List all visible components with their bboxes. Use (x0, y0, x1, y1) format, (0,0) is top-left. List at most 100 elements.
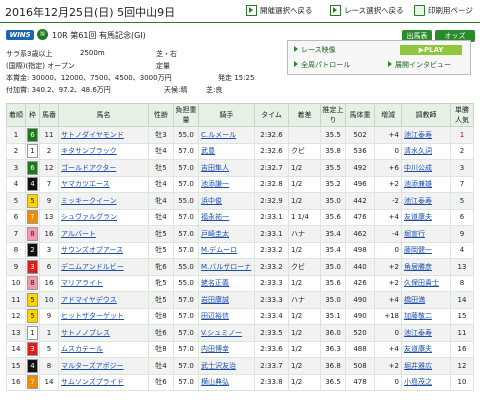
trainer-name[interactable]: 友道康夫 (404, 213, 432, 221)
jockey-name[interactable]: 内田博幸 (201, 345, 229, 353)
horse-name[interactable]: アドマイヤデウス (61, 296, 117, 304)
interview-link[interactable]: 展開インタビュー (388, 60, 451, 70)
arrow-right-icon (330, 5, 341, 16)
jockey-name[interactable]: M.デムーロ (201, 246, 237, 254)
trainer-name[interactable]: 池江泰寿 (404, 197, 432, 205)
gate-number: 8 (27, 276, 38, 291)
trainer-name[interactable]: 堀井雅広 (404, 362, 432, 370)
horse-name[interactable]: ゴールドアクター (61, 164, 116, 172)
horse-name[interactable]: ムスカテール (61, 345, 103, 353)
play-button[interactable]: ▶PLAY (400, 45, 462, 55)
horse-name[interactable]: デニムアンドルビー (61, 263, 124, 271)
trainer-name[interactable]: 加藤敬二 (404, 312, 432, 320)
play-triangle-icon (294, 61, 298, 67)
print-link[interactable]: 印刷用ページ (414, 5, 473, 16)
horse-name[interactable]: ヒットザターゲット (61, 312, 124, 320)
trainer-name[interactable]: 小島茂之 (404, 378, 432, 386)
horse-name[interactable]: ミッキークイーン (61, 197, 117, 205)
jockey-name[interactable]: 吉田隼人 (201, 164, 229, 172)
weight-change: +4 (388, 213, 399, 222)
finish-position: 1 (13, 130, 19, 139)
gate-number: 5 (27, 309, 38, 324)
horse-number: 3 (46, 246, 52, 255)
jockey-name[interactable]: 蛯名正義 (201, 279, 229, 287)
carried-weight: 57.0 (178, 345, 194, 354)
column-header: 馬体重 (345, 103, 375, 127)
body-weight: 490 (353, 295, 367, 304)
horse-number: 2 (46, 147, 52, 156)
gate-number: 5 (27, 193, 38, 208)
horse-number: 1 (46, 328, 52, 337)
body-weight: 498 (353, 246, 367, 255)
gate-number: 6 (27, 160, 38, 175)
horse-number: 11 (44, 130, 54, 139)
horse-name[interactable]: ヤマカツエース (61, 180, 110, 188)
horse-name[interactable]: マルターズアポジー (61, 362, 124, 370)
trainer-name[interactable]: 池江泰寿 (404, 329, 432, 337)
sex-age: 牡4 (155, 180, 167, 189)
jockey-name[interactable]: 池添謙一 (201, 180, 229, 188)
back-to-meeting-label: 開催選択へ戻る (260, 6, 313, 15)
jockey-name[interactable]: 戸崎圭太 (201, 230, 229, 238)
trainer-name[interactable]: 橋田満 (404, 296, 425, 304)
race-video-link[interactable]: レース映像 (294, 45, 336, 55)
table-row: 3 6 12 ゴールドアクター 牡5 57.0 吉田隼人 2:32.7 1/2 35.5 492 +6… (6, 159, 474, 177)
trainer-name[interactable]: 池江泰寿 (404, 131, 432, 139)
weight-change: -4 (392, 229, 399, 238)
last-3f: 35.8 (325, 147, 341, 156)
back-to-race-label: レース選択へ戻る (344, 6, 404, 15)
body-weight: 492 (353, 163, 367, 172)
table-row: 6 7 13 シュヴァルグラン 牡4 57.0 福永祐一 2:33.1 1 1/4 35.6 476… (6, 208, 474, 226)
table-row: 2 1 2 キタサンブラック 牡4 57.0 武豊 2:32.6 クビ 35.8 536 0 清水久詞 2 (6, 142, 474, 160)
jockey-name[interactable]: C.ルメール (201, 131, 236, 139)
table-row: 10 8 16 マリアライト 牝5 55.0 蛯名正義 2:33.3 1/2 35.6 426 +2 久… (6, 274, 474, 292)
horse-name[interactable]: アルバート (61, 230, 96, 238)
back-to-meeting-link[interactable]: 開催選択へ戻る (246, 5, 313, 16)
body-weight: 508 (353, 361, 367, 370)
jockey-name[interactable]: M.バルザローナ (201, 263, 251, 271)
horse-name[interactable]: シュヴァルグラン (61, 213, 117, 221)
horse-number: 13 (44, 213, 54, 222)
last-3f: 35.0 (325, 295, 341, 304)
weight-change: 0 (394, 246, 399, 255)
horse-name[interactable]: マリアライト (61, 279, 103, 287)
last-3f: 35.0 (325, 196, 341, 205)
trainer-name[interactable]: 友道康夫 (404, 345, 432, 353)
carried-weight: 55.0 (178, 196, 194, 205)
table-row: 12 5 9 ヒットザターゲット 牡8 57.0 田辺裕信 2:33.4 1/2 35.1 490 +… (6, 307, 474, 325)
trainer-name[interactable]: 中川公成 (404, 164, 432, 172)
jockey-name[interactable]: 福永祐一 (201, 213, 229, 221)
trainer-name[interactable]: 堀宣行 (404, 230, 425, 238)
jockey-name[interactable]: 浜中俊 (201, 197, 222, 205)
trainer-name[interactable]: 角居勝彦 (404, 263, 432, 271)
gate-number: 4 (27, 358, 38, 373)
trainer-name[interactable]: 清水久詞 (404, 147, 432, 155)
jockey-name[interactable]: 武士沢友治 (201, 362, 236, 370)
horse-name[interactable]: サトノノブレス (61, 329, 110, 337)
patrol-link[interactable]: 全周パトロール (294, 60, 350, 70)
horse-name[interactable]: サトノダイヤモンド (61, 131, 124, 139)
gate-number: 1 (27, 144, 38, 159)
trainer-name[interactable]: 池添兼雄 (404, 180, 432, 188)
margin: 1/2 (291, 196, 303, 205)
trainer-name[interactable]: 久保田貴士 (404, 279, 439, 287)
play-triangle-icon (388, 61, 392, 67)
trainer-name[interactable]: 藤岡健一 (404, 246, 432, 254)
margin: ハナ (291, 295, 305, 304)
finish-position: 3 (13, 163, 19, 172)
body-weight: 426 (353, 279, 367, 288)
jockey-name[interactable]: 田辺裕信 (201, 312, 229, 320)
jockey-name[interactable]: 岩田康誠 (201, 296, 229, 304)
horse-name[interactable]: サムソンズプライド (61, 378, 124, 386)
jockey-name[interactable]: 横山典弘 (201, 378, 229, 386)
finish-time: 2:32.6 (260, 130, 283, 139)
jockey-name[interactable]: V.シュミノー (201, 329, 242, 337)
horse-name[interactable]: キタサンブラック (61, 147, 117, 155)
carried-weight: 57.0 (178, 213, 194, 222)
back-to-race-link[interactable]: レース選択へ戻る (330, 5, 404, 16)
horse-name[interactable]: サウンズオブアース (61, 246, 123, 254)
margin: クビ (291, 262, 305, 271)
weight-change: +18 (384, 312, 399, 321)
jockey-name[interactable]: 武豊 (201, 147, 215, 155)
finish-time: 2:33.1 (260, 213, 283, 222)
